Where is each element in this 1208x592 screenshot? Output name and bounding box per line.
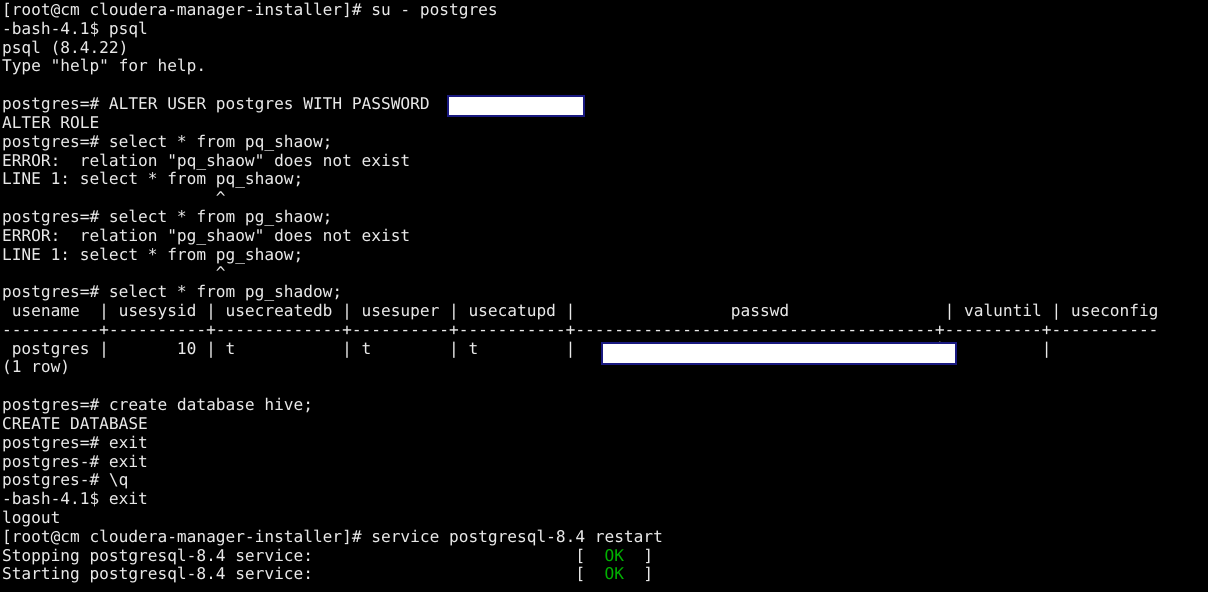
terminal-window[interactable]: [root@cm cloudera-manager-installer]# su… — [0, 0, 1208, 592]
terminal-screen-buffer[interactable]: [root@cm cloudera-manager-installer]# su… — [2, 0, 1158, 584]
service-status-ok: OK — [604, 564, 624, 584]
service-status-ok: OK — [604, 545, 624, 565]
password-redaction-box — [447, 95, 585, 117]
passwd-column-redaction-box — [601, 342, 957, 365]
